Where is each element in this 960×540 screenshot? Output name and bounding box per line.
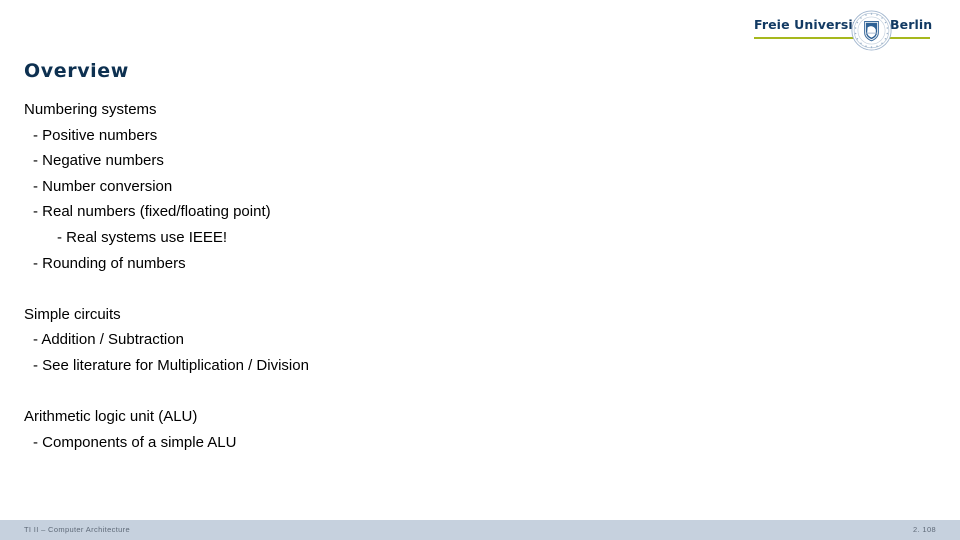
content-block: Arithmetic logic unit (ALU) - Components… (24, 404, 924, 455)
bullet-line: Numbering systems (24, 101, 157, 118)
bullet-line: - Rounding of numbers (33, 254, 186, 272)
slide-content: Numbering systems - Positive numbers - N… (24, 97, 924, 455)
bullet-line: - Number conversion (33, 177, 173, 195)
bullet-line: - Real systems use IEEE! (57, 228, 228, 246)
bullet-line: - Addition / Subtraction (33, 331, 184, 349)
bullet-line: - Real numbers (fixed/floating point) (33, 203, 271, 221)
bullet-line: - Negative numbers (33, 152, 164, 170)
slide: Freie Universität Berlin Overview Number… (0, 0, 960, 540)
footer-course-label: TI II – Computer Architecture (24, 525, 131, 534)
content-block: Simple circuits - Addition / Subtraction… (24, 302, 924, 379)
bullet-line: Simple circuits (24, 305, 121, 323)
bullet-line: - See literature for Multiplication / Di… (33, 356, 309, 374)
bullet-line: - Components of a simple ALU (33, 433, 237, 451)
page-title: Overview (24, 60, 129, 82)
university-logo: Freie Universität Berlin (752, 10, 932, 51)
olive-rule-divider (754, 37, 930, 39)
footer-page-number: 2. 108 (913, 525, 936, 534)
logo-word-berlin: Berlin (890, 17, 933, 32)
footer-bar (0, 520, 960, 540)
content-block: Numbering systems - Positive numbers - N… (24, 97, 924, 276)
logo-wordmark: Freie Universität Berlin (752, 14, 932, 34)
bullet-line: - Positive numbers (33, 126, 158, 144)
bullet-line: Arithmetic logic unit (ALU) (24, 408, 198, 426)
university-seal-icon (851, 10, 892, 51)
